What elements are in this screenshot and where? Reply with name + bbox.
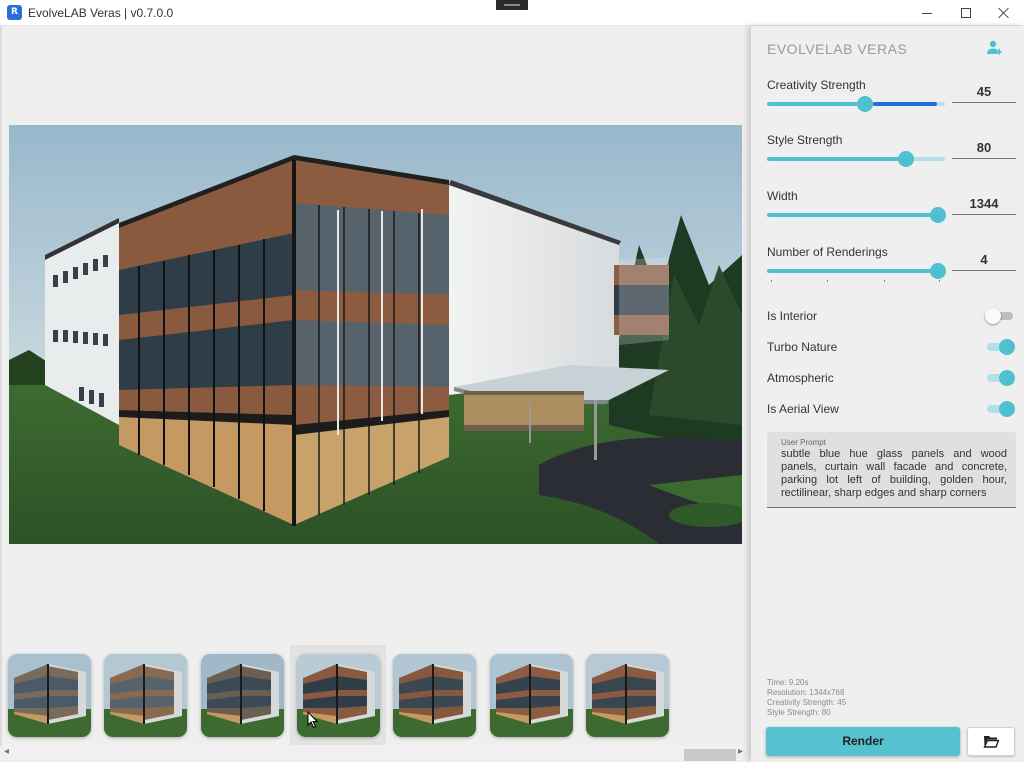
thumbnail-strip	[0, 645, 751, 745]
width-value[interactable]: 1344	[952, 193, 1016, 215]
render-thumbnail[interactable]	[393, 654, 477, 737]
render-thumbnail[interactable]	[489, 654, 573, 737]
creativity-strength-label: Creativity Strength	[767, 78, 866, 92]
toggle-knob	[985, 308, 1001, 324]
user-prompt-text[interactable]: subtle blue hue glass panels and wood pa…	[781, 448, 1007, 500]
render-thumbnail[interactable]	[200, 654, 284, 737]
title-bar: R EvolveLAB Veras | v0.7.0.0	[0, 0, 1024, 26]
window-grip-handle[interactable]	[496, 0, 528, 10]
stat-time: Time: 9.20s	[767, 678, 809, 687]
toggle-knob	[999, 401, 1015, 417]
width-fill	[767, 213, 938, 217]
render-thumbnail[interactable]	[585, 654, 669, 737]
render-thumbnail[interactable]	[104, 654, 188, 737]
minimize-icon	[922, 12, 932, 14]
number-of-renderings-knob[interactable]	[930, 263, 946, 279]
stat-creativity-strength: Creativity Strength: 45	[767, 698, 847, 707]
slider-tick	[771, 280, 772, 282]
style-strength-fill	[767, 157, 906, 161]
number-of-renderings-fill	[767, 269, 938, 273]
creativity-progress-bar	[873, 102, 937, 106]
settings-panel: EVOLVELAB VERAS Creativity Strength 45 S…	[751, 26, 1024, 762]
render-stats: Time: 9.20s Resolution: 1344x768 Creativ…	[767, 678, 846, 718]
is-aerial-view-label: Is Aerial View	[767, 402, 839, 416]
main-render-image	[9, 125, 742, 544]
width-knob[interactable]	[930, 207, 946, 223]
minimize-button[interactable]	[908, 0, 946, 26]
user-prompt-field[interactable]: User Prompt subtle blue hue glass panels…	[767, 432, 1016, 508]
is-interior-toggle[interactable]	[985, 308, 1013, 324]
render-thumbnail[interactable]	[8, 654, 91, 737]
app-logo-icon: R	[7, 5, 22, 20]
user-prompt-label: User Prompt	[781, 438, 826, 447]
render-button[interactable]: Render	[766, 727, 960, 756]
creativity-strength-slider[interactable]	[767, 96, 945, 112]
close-icon	[998, 7, 1010, 19]
number-of-renderings-value[interactable]: 4	[952, 249, 1016, 271]
scrollbar-thumb[interactable]	[684, 749, 736, 761]
maximize-button[interactable]	[947, 0, 985, 26]
creativity-strength-knob[interactable]	[857, 96, 873, 112]
turbo-nature-label: Turbo Nature	[767, 340, 838, 354]
creativity-strength-fill	[767, 102, 865, 106]
open-folder-button[interactable]	[967, 727, 1015, 756]
slider-tick	[827, 280, 828, 282]
stat-style-strength: Style Strength: 80	[767, 708, 831, 717]
atmospheric-toggle[interactable]	[987, 370, 1015, 386]
number-of-renderings-slider[interactable]	[767, 263, 946, 282]
is-interior-label: Is Interior	[767, 309, 818, 323]
slider-tick	[939, 280, 940, 282]
is-aerial-view-toggle[interactable]	[987, 401, 1015, 417]
thumbnail-scrollbar[interactable]: ◂ ▸	[0, 746, 751, 762]
mouse-cursor-icon	[307, 711, 319, 729]
panel-title: EVOLVELAB VERAS	[767, 41, 908, 57]
creativity-strength-value[interactable]: 45	[952, 81, 1016, 103]
scroll-right-arrow-icon[interactable]: ▸	[738, 746, 743, 757]
folder-open-icon	[983, 736, 999, 748]
toggle-knob	[999, 339, 1015, 355]
maximize-icon	[961, 8, 971, 18]
style-strength-value[interactable]: 80	[952, 137, 1016, 159]
width-label: Width	[767, 189, 798, 203]
style-strength-knob[interactable]	[898, 151, 914, 167]
width-slider[interactable]	[767, 207, 946, 223]
slider-tick	[884, 280, 885, 282]
stat-resolution: Resolution: 1344x768	[767, 688, 845, 697]
window-title: EvolveLAB Veras | v0.7.0.0	[28, 6, 174, 20]
scroll-left-arrow-icon[interactable]: ◂	[4, 746, 9, 757]
number-of-renderings-label: Number of Renderings	[767, 245, 888, 259]
toggle-knob	[999, 370, 1015, 386]
account-settings-icon[interactable]	[985, 39, 1003, 57]
style-strength-label: Style Strength	[767, 133, 843, 147]
turbo-nature-toggle[interactable]	[987, 339, 1015, 355]
close-button[interactable]	[985, 0, 1023, 26]
atmospheric-label: Atmospheric	[767, 371, 834, 385]
style-strength-slider[interactable]	[767, 151, 945, 167]
